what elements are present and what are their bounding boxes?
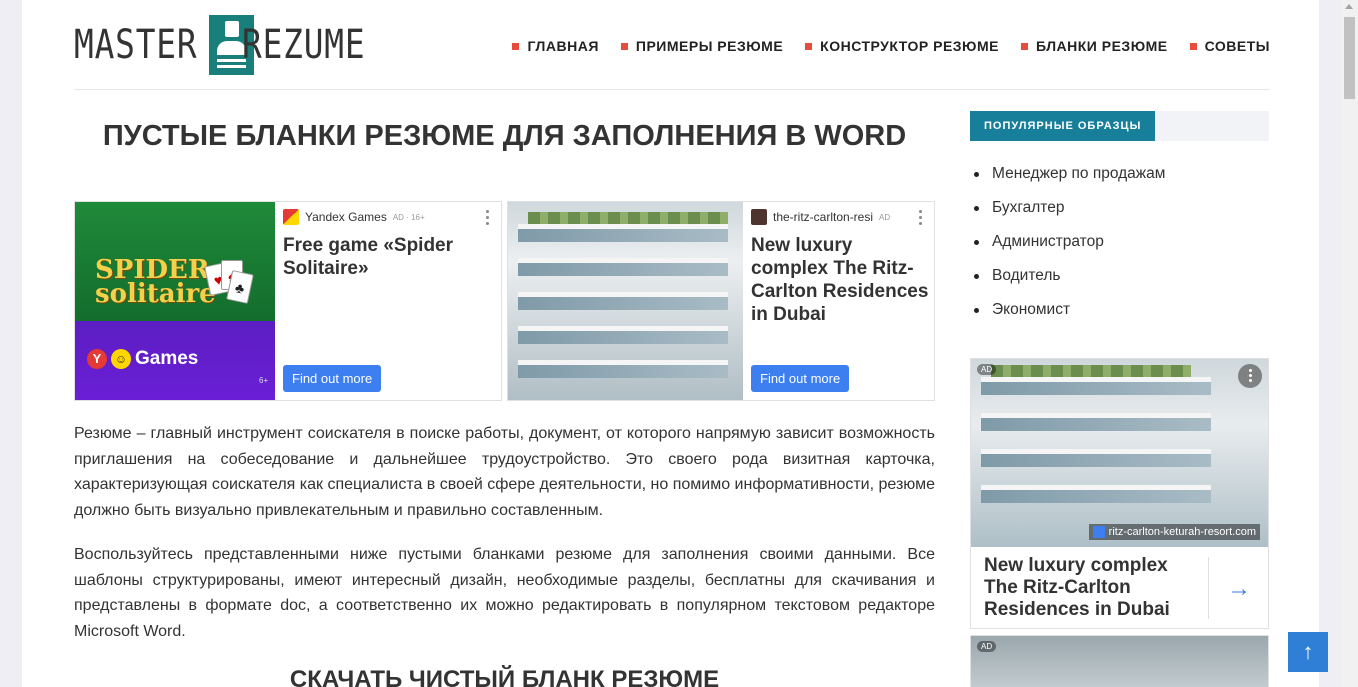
ad-source[interactable]: Yandex Games AD · 16+ xyxy=(283,209,453,225)
main-nav: ГЛАВНАЯ ПРИМЕРЫ РЕЗЮМЕ КОНСТРУКТОР РЕЗЮМ… xyxy=(512,38,1270,54)
page-scrollbar[interactable] xyxy=(1341,0,1358,687)
ad-image-spider-solitaire[interactable]: SPIDER solitaire ♥ ♠ ♣ Y ☺ Games 6+ xyxy=(75,202,275,400)
ad-image-building[interactable] xyxy=(508,202,743,400)
arrow-right-icon[interactable]: → xyxy=(1227,575,1251,603)
square-bullet-icon xyxy=(1021,42,1028,50)
intro-paragraph: Резюме – главный инструмент соискателя в… xyxy=(74,425,935,519)
sidebar-item-economist[interactable]: Экономист xyxy=(973,298,1165,332)
building-illustration xyxy=(518,212,728,397)
ad-label: AD xyxy=(977,641,997,652)
nav-item-builder[interactable]: КОНСТРУКТОР РЕЗЮМЕ xyxy=(805,38,999,54)
section-heading: СКАЧАТЬ ЧИСТЫЙ БЛАНК РЕЗЮМЕ xyxy=(289,666,720,687)
scrollbar-thumb[interactable] xyxy=(1344,17,1355,99)
sidebar-item-accountant[interactable]: Бухгалтер xyxy=(973,196,1165,230)
games-emoji-icon: ☺ xyxy=(111,349,131,369)
more-options-icon[interactable] xyxy=(1238,364,1262,388)
find-out-more-button[interactable]: Find out more xyxy=(283,365,382,392)
square-bullet-icon xyxy=(620,42,628,50)
site-logo[interactable]: MASTER REZUME xyxy=(74,15,392,75)
sidebar-ad-headline[interactable]: New luxury complex The Ritz-Carlton Resi… xyxy=(984,555,1199,621)
more-options-icon[interactable] xyxy=(918,210,924,228)
ad-card-ritz-carlton[interactable]: the-ritz-carlton-resi AD New luxury comp… xyxy=(507,201,935,401)
nav-item-home[interactable]: ГЛАВНАЯ xyxy=(512,38,598,54)
ad-domain[interactable]: ritz-carlton-keturah-resort.com xyxy=(1088,524,1260,540)
logo-text-master: MASTER xyxy=(74,22,198,68)
sidebar-ad-image[interactable]: AD ritz-carlton-keturah-resort.com xyxy=(971,359,1268,547)
nav-item-tips[interactable]: СОВЕТЫ xyxy=(1189,38,1270,54)
popular-samples-list: Менеджер по продажам Бухгалтер Администр… xyxy=(973,162,1165,332)
sidebar-item-administrator[interactable]: Администратор xyxy=(973,230,1165,264)
divider xyxy=(1208,557,1209,619)
ad-image-title: SPIDER solitaire xyxy=(95,255,216,309)
find-out-more-button[interactable]: Find out more xyxy=(751,365,850,392)
logo-text-rezume: REZUME xyxy=(241,22,365,68)
more-options-icon[interactable] xyxy=(485,210,491,228)
nav-item-blanks[interactable]: БЛАНКИ РЕЗЮМЕ xyxy=(1021,38,1168,54)
yandex-games-brand: Y ☺ Games xyxy=(87,348,198,370)
building-illustration xyxy=(981,365,1211,547)
advertiser-icon xyxy=(751,209,767,225)
header-divider xyxy=(74,89,1270,90)
sidebar-heading: ПОПУЛЯРНЫЕ ОБРАЗЦЫ xyxy=(970,111,1269,141)
arrow-up-icon: ↑ xyxy=(1302,639,1314,664)
sidebar-ad-2[interactable]: AD xyxy=(970,635,1269,687)
scroll-to-top-button[interactable]: ↑ xyxy=(1288,632,1328,672)
sidebar-item-driver[interactable]: Водитель xyxy=(973,264,1165,298)
sidebar-ad-ritz-carlton[interactable]: AD ritz-carlton-keturah-resort.com New l… xyxy=(970,358,1269,629)
page-title: ПУСТЫЕ БЛАНКИ РЕЗЮМЕ ДЛЯ ЗАПОЛНЕНИЯ В WO… xyxy=(102,120,907,152)
square-bullet-icon xyxy=(1189,42,1197,50)
sidebar-item-sales-manager[interactable]: Менеджер по продажам xyxy=(973,162,1165,196)
playing-cards-icon: ♥ ♠ ♣ xyxy=(204,258,254,304)
nav-item-examples[interactable]: ПРИМЕРЫ РЕЗЮМЕ xyxy=(620,38,783,54)
ad-body: the-ritz-carlton-resi AD New luxury comp… xyxy=(743,202,934,400)
square-bullet-icon xyxy=(805,42,813,50)
age-rating: 6+ xyxy=(259,376,269,385)
ad-headline[interactable]: New luxury complex The Ritz-Carlton Resi… xyxy=(751,234,929,326)
yandex-games-icon xyxy=(283,209,299,225)
scroll-up-arrow-icon[interactable] xyxy=(1345,4,1353,9)
ad-card-spider-solitaire[interactable]: SPIDER solitaire ♥ ♠ ♣ Y ☺ Games 6+ Yand… xyxy=(74,201,502,401)
site-favicon-icon xyxy=(1092,526,1105,538)
square-bullet-icon xyxy=(512,42,520,50)
page: MASTER REZUME ГЛАВНАЯ ПРИМЕРЫ РЕЗЮМЕ КОН… xyxy=(22,0,1319,687)
ad-label: AD xyxy=(977,364,997,375)
ad-source[interactable]: the-ritz-carlton-resi AD xyxy=(751,209,921,225)
templates-paragraph: Воспользуйтесь представленными ниже пуст… xyxy=(74,546,935,640)
ad-body: Yandex Games AD · 16+ Free game «Spider … xyxy=(275,202,501,400)
yandex-y-icon: Y xyxy=(87,349,107,369)
ad-headline[interactable]: Free game «Spider Solitaire» xyxy=(283,234,493,280)
